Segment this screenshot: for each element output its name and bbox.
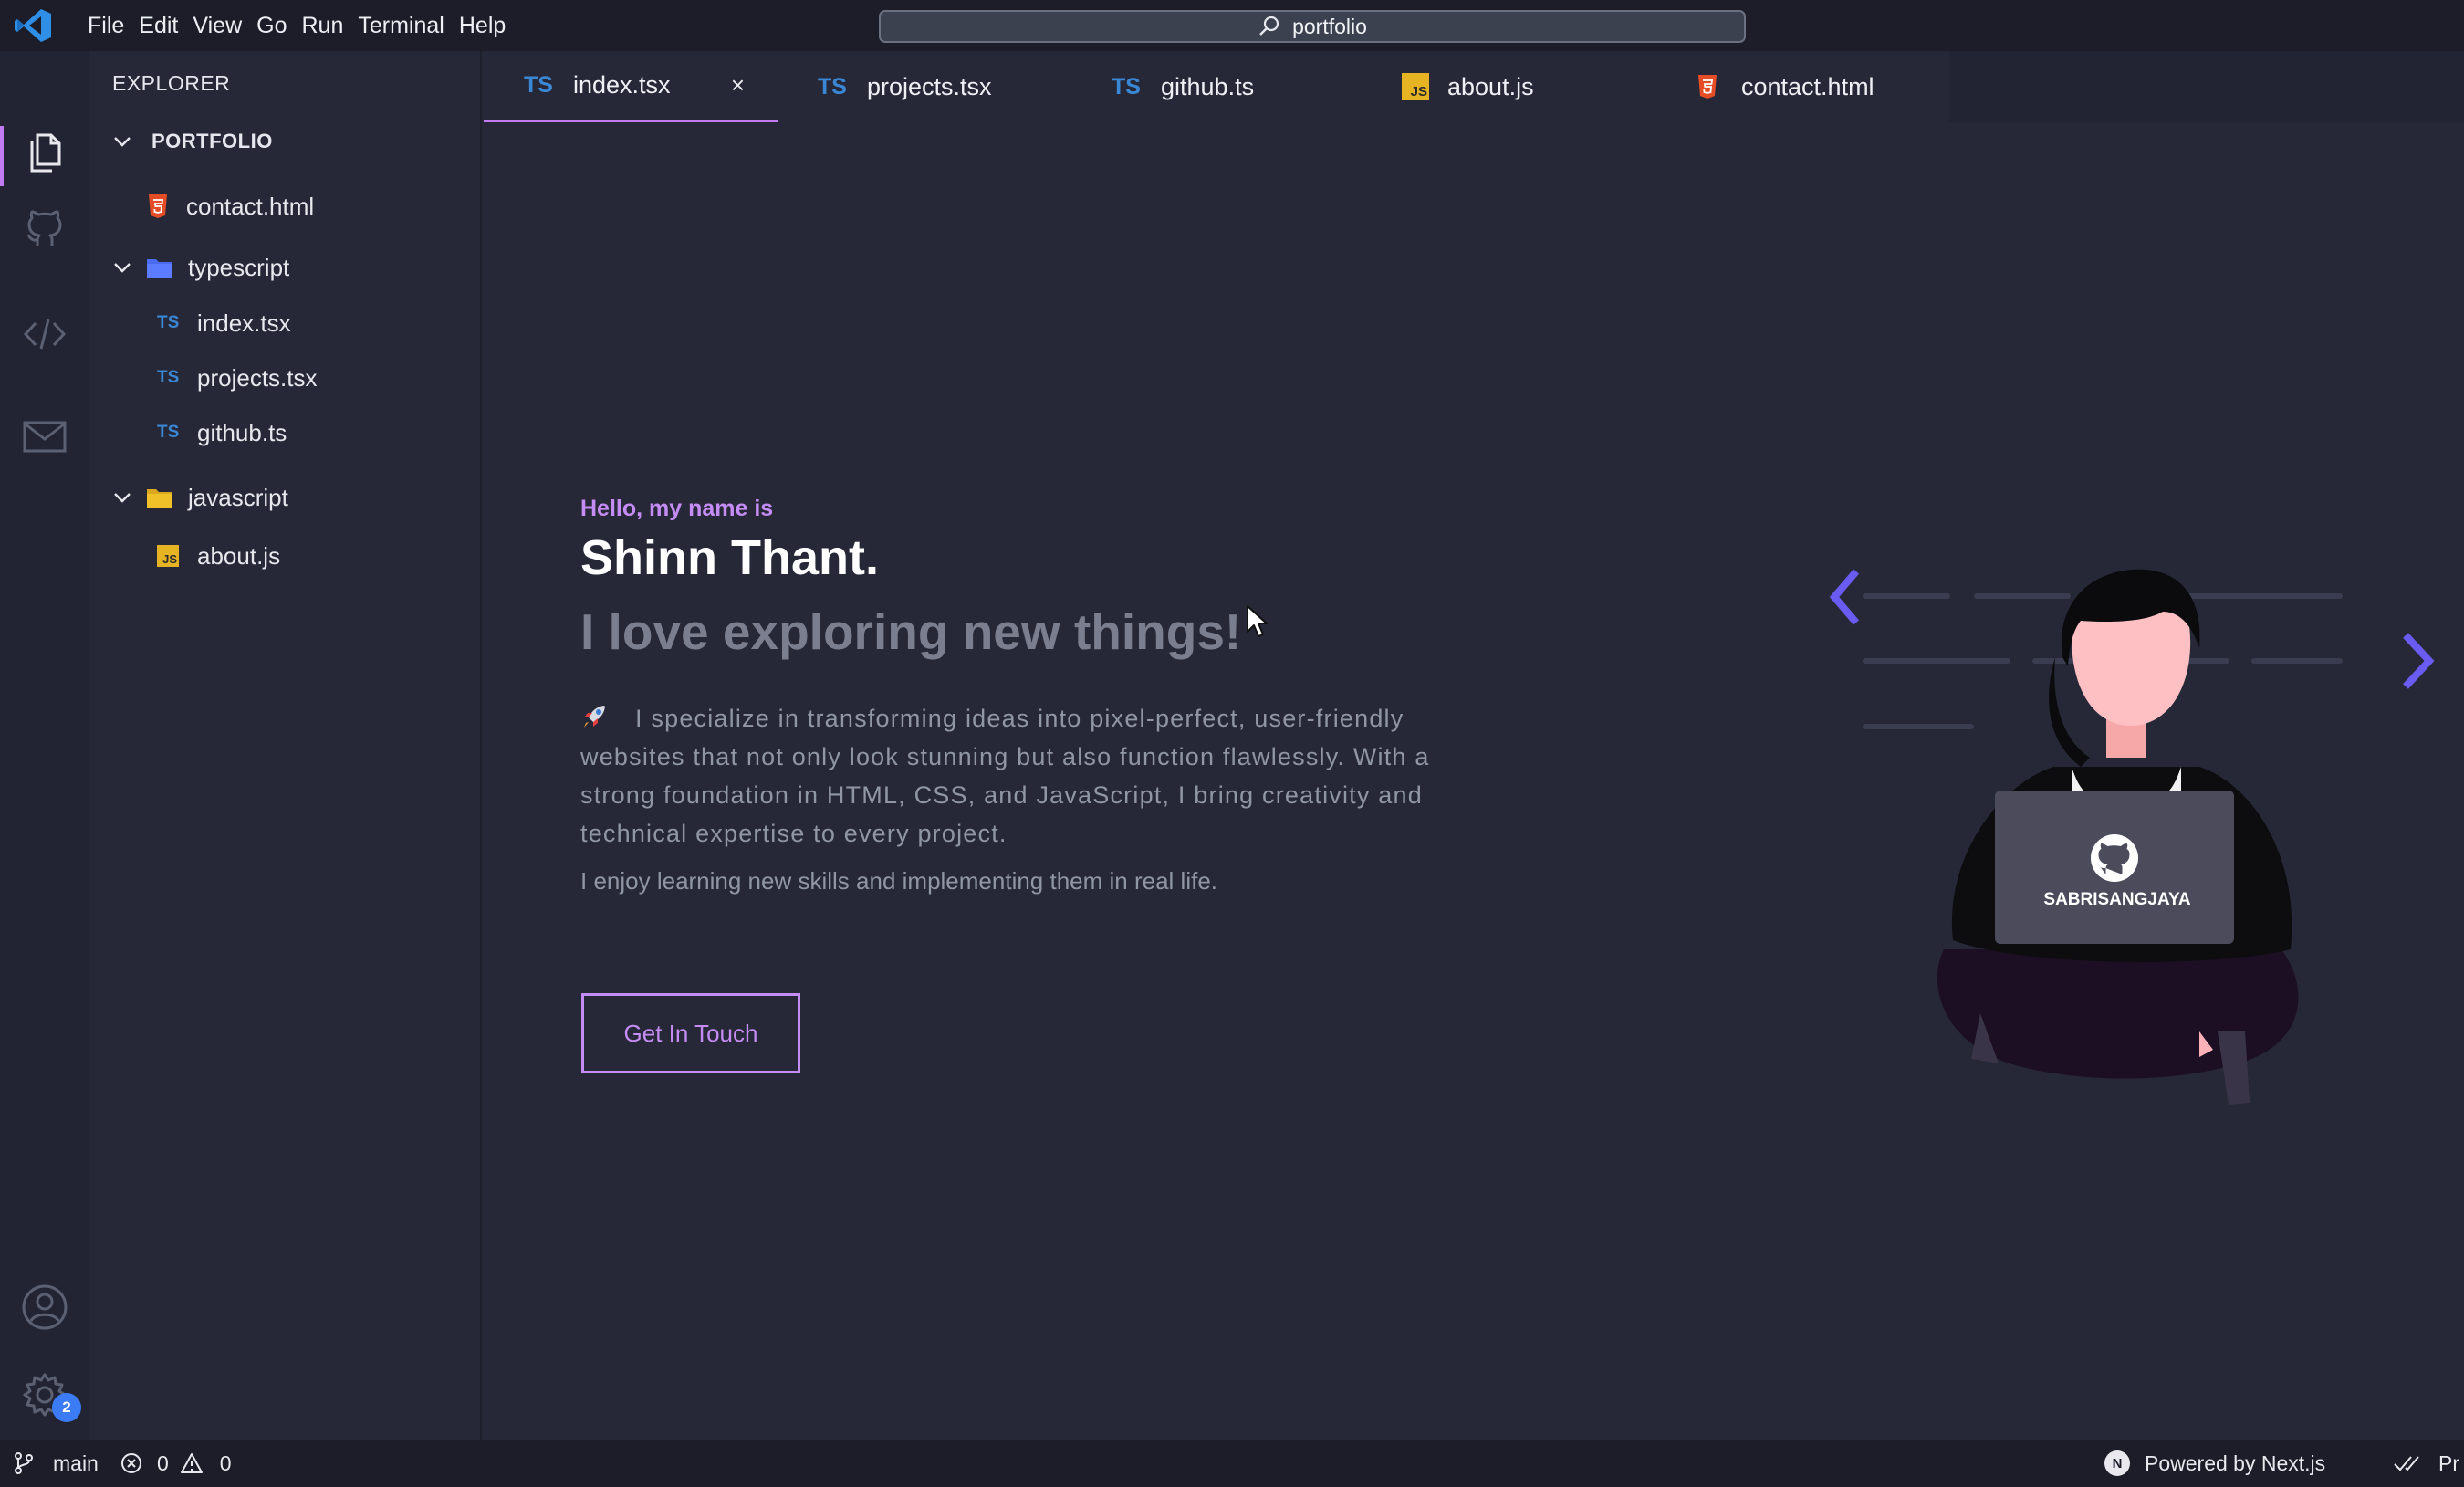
tree-folder-typescript[interactable]: typescript	[89, 245, 482, 290]
git-branch-icon	[15, 1452, 33, 1474]
developer-illustration: SABRISANGJAYA	[1829, 569, 2435, 1105]
typescript-file-icon: TS	[1112, 73, 1141, 99]
tree-item-label: typescript	[188, 253, 290, 281]
typescript-file-icon: TS	[157, 423, 180, 442]
tab-contact-html[interactable]: contact.html	[1655, 51, 1949, 122]
tree-item-label: about.js	[197, 541, 281, 570]
status-bar: main 0 0 N Powered by Next.js Pr	[0, 1440, 2464, 1487]
tab-label: github.ts	[1161, 72, 1255, 100]
tab-index-tsx[interactable]: TS index.tsx ×	[484, 51, 778, 122]
hero-tagline: I love exploring new things!	[580, 603, 1242, 660]
hero-description: I specialize in transforming ideas into …	[580, 699, 1456, 853]
command-center-search[interactable]: portfolio	[879, 10, 1746, 43]
menu-help[interactable]: Help	[452, 0, 513, 51]
search-icon	[1259, 16, 1279, 36]
status-right-text: Pr	[2438, 1450, 2459, 1475]
menu-view[interactable]: View	[185, 0, 249, 51]
github-icon[interactable]	[21, 206, 68, 254]
typescript-folder-icon	[147, 259, 172, 278]
tree-item-about-js[interactable]: JS about.js	[89, 533, 482, 579]
chevron-down-icon	[114, 137, 131, 147]
menu-go[interactable]: Go	[249, 0, 294, 51]
prev-arrow-icon	[1829, 569, 1860, 625]
vscode-logo-icon	[15, 9, 51, 42]
settings-badge: 2	[52, 1393, 81, 1422]
chevron-down-icon	[114, 263, 131, 273]
typescript-file-icon: TS	[157, 368, 180, 387]
typescript-file-icon: TS	[524, 72, 553, 98]
tree-item-label: github.ts	[197, 418, 287, 446]
get-in-touch-button[interactable]: Get In Touch	[581, 993, 800, 1073]
tab-about-js[interactable]: JS about.js	[1363, 51, 1655, 122]
html-file-icon	[1698, 75, 1717, 99]
close-icon[interactable]: ×	[731, 71, 745, 99]
code-icon[interactable]	[21, 310, 68, 358]
tree-item-label: javascript	[188, 483, 288, 511]
tree-folder-javascript[interactable]: javascript	[89, 475, 482, 520]
activity-bar: 2	[0, 51, 89, 1440]
problems-indicator[interactable]: 0 0	[120, 1440, 232, 1487]
check-all-icon	[2394, 1456, 2419, 1471]
menu-bar: File Edit View Go Run Terminal Help	[78, 0, 513, 51]
account-icon[interactable]	[21, 1283, 68, 1331]
explorer-root-label: PORTFOLIO	[151, 130, 273, 152]
tree-item-index-tsx[interactable]: TS index.tsx	[89, 300, 482, 346]
rocket-icon	[584, 706, 605, 728]
command-center-text: portfolio	[1292, 14, 1367, 38]
active-indicator	[0, 126, 4, 186]
menu-edit[interactable]: Edit	[131, 0, 185, 51]
laptop-sticker-text: SABRISANGJAYA	[2043, 890, 2190, 909]
mouse-cursor-icon	[1247, 605, 1268, 637]
javascript-folder-icon	[147, 489, 172, 508]
mail-icon[interactable]	[21, 413, 68, 460]
tab-label: index.tsx	[573, 71, 671, 99]
hero-description-text: I specialize in transforming ideas into …	[580, 705, 1430, 847]
tab-label: about.js	[1447, 72, 1534, 100]
warning-count: 0	[219, 1450, 232, 1475]
powered-by[interactable]: N Powered by Next.js	[2104, 1440, 2325, 1487]
tree-item-github-ts[interactable]: TS github.ts	[89, 410, 482, 456]
hero-secondary: I enjoy learning new skills and implemen…	[580, 867, 1218, 895]
explorer-title: EXPLORER	[112, 71, 231, 95]
error-count: 0	[157, 1450, 169, 1475]
menu-terminal[interactable]: Terminal	[350, 0, 451, 51]
tab-label: projects.tsx	[867, 72, 992, 100]
tab-label: contact.html	[1741, 72, 1874, 100]
hero-greeting: Hello, my name is	[580, 496, 774, 521]
typescript-file-icon: TS	[157, 313, 180, 332]
explorer-root-portfolio[interactable]: PORTFOLIO	[89, 119, 482, 164]
branch-indicator[interactable]: main	[13, 1440, 99, 1487]
typescript-file-icon: TS	[818, 73, 847, 99]
menu-file[interactable]: File	[80, 0, 131, 51]
tree-item-label: contact.html	[186, 192, 315, 220]
powered-by-text: Powered by Next.js	[2145, 1450, 2326, 1475]
nextjs-icon: N	[2104, 1450, 2130, 1476]
tab-projects-tsx[interactable]: TS projects.tsx	[778, 51, 1071, 122]
menu-run[interactable]: Run	[295, 0, 351, 51]
javascript-file-icon: JS	[1402, 73, 1429, 100]
branch-name: main	[53, 1450, 99, 1475]
error-icon	[121, 1453, 141, 1473]
tab-github-ts[interactable]: TS github.ts	[1071, 51, 1363, 122]
tree-item-label: projects.tsx	[197, 363, 318, 392]
tree-item-contact-html[interactable]: contact.html	[89, 183, 482, 229]
html-file-icon	[149, 194, 167, 218]
javascript-file-icon: JS	[157, 545, 179, 567]
hero-name: Shinn Thant.	[580, 530, 879, 585]
explorer-panel: EXPLORER PORTFOLIO contact.html typescri…	[89, 51, 482, 1440]
warning-icon	[180, 1453, 203, 1473]
files-icon[interactable]	[21, 128, 68, 175]
next-arrow-icon	[2403, 633, 2435, 689]
tree-item-projects-tsx[interactable]: TS projects.tsx	[89, 355, 482, 401]
chevron-down-icon	[114, 493, 131, 503]
title-bar: File Edit View Go Run Terminal Help port…	[0, 0, 2464, 51]
tree-item-label: index.tsx	[197, 309, 291, 337]
status-right-item[interactable]: Pr	[2393, 1440, 2459, 1487]
editor-tab-bar: TS index.tsx × TS projects.tsx TS github…	[484, 51, 2464, 122]
